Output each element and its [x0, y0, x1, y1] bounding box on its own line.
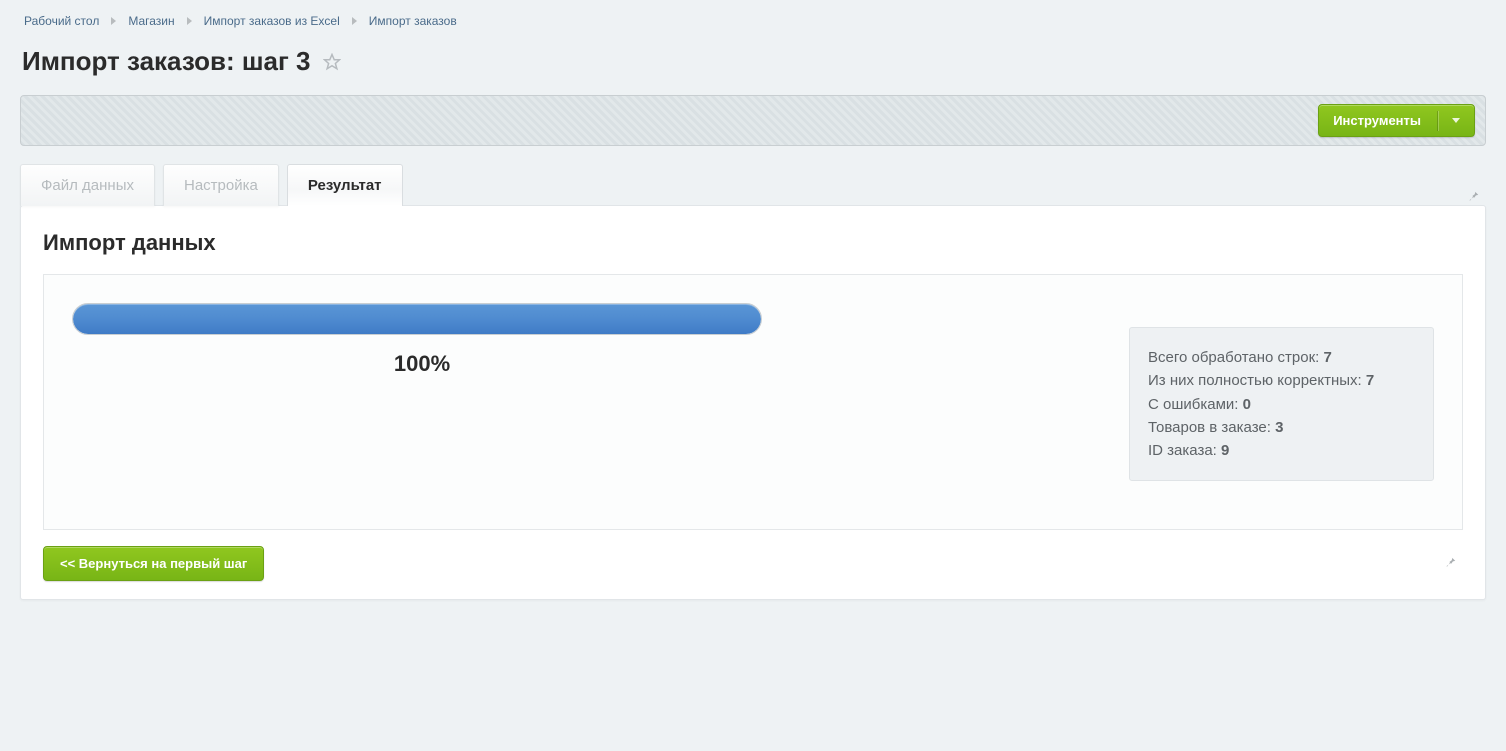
stat-rows-processed: Всего обработано строк: 7	[1148, 346, 1415, 369]
import-stats: Всего обработано строк: 7 Из них полност…	[1129, 327, 1434, 481]
tab-file-data[interactable]: Файл данных	[20, 164, 155, 206]
stat-items-in-order-label: Товаров в заказе:	[1148, 419, 1271, 436]
section-title: Импорт данных	[43, 230, 1463, 256]
stat-fully-correct: Из них полностью корректных: 7	[1148, 369, 1415, 392]
button-divider	[1437, 111, 1438, 131]
stat-with-errors: С ошибками: 0	[1148, 393, 1415, 416]
breadcrumb: Рабочий стол Магазин Импорт заказов из E…	[20, 12, 1486, 46]
pin-icon[interactable]	[1443, 555, 1463, 572]
chevron-right-icon	[111, 17, 116, 25]
breadcrumb-item-desktop[interactable]: Рабочий стол	[24, 14, 99, 28]
pin-icon[interactable]	[1466, 189, 1486, 206]
breadcrumb-item-import-orders[interactable]: Импорт заказов	[369, 14, 457, 28]
result-box: 100% Всего обработано строк: 7 Из них по…	[43, 274, 1463, 530]
chevron-right-icon	[352, 17, 357, 25]
stat-order-id-value: 9	[1221, 442, 1229, 459]
stat-items-in-order: Товаров в заказе: 3	[1148, 416, 1415, 439]
stat-rows-processed-value: 7	[1324, 349, 1332, 366]
stat-with-errors-value: 0	[1243, 396, 1251, 413]
tab-settings[interactable]: Настройка	[163, 164, 279, 206]
breadcrumb-item-shop[interactable]: Магазин	[128, 14, 174, 28]
stat-items-in-order-value: 3	[1275, 419, 1283, 436]
progress-percent: 100%	[72, 351, 772, 377]
stat-fully-correct-value: 7	[1366, 372, 1374, 389]
stat-fully-correct-label: Из них полностью корректных:	[1148, 372, 1362, 389]
back-button-label: << Вернуться на первый шаг	[60, 556, 247, 571]
stat-order-id-label: ID заказа:	[1148, 442, 1217, 459]
progress-bar-track	[72, 303, 762, 335]
page-title: Импорт заказов: шаг 3	[22, 46, 311, 77]
tab-result[interactable]: Результат	[287, 164, 403, 206]
breadcrumb-item-import-excel[interactable]: Импорт заказов из Excel	[204, 14, 340, 28]
toolbar: Инструменты	[20, 95, 1486, 146]
stat-order-id: ID заказа: 9	[1148, 439, 1415, 462]
tools-button[interactable]: Инструменты	[1318, 104, 1475, 137]
stat-with-errors-label: С ошибками:	[1148, 396, 1238, 413]
chevron-right-icon	[187, 17, 192, 25]
result-panel: Импорт данных 100% Всего обработано стро…	[20, 205, 1486, 600]
tools-button-label: Инструменты	[1333, 113, 1421, 128]
tabs: Файл данных Настройка Результат	[20, 164, 403, 206]
stat-rows-processed-label: Всего обработано строк:	[1148, 349, 1319, 366]
chevron-down-icon	[1452, 118, 1460, 123]
favorite-star-icon[interactable]	[323, 53, 341, 71]
back-to-first-step-button[interactable]: << Вернуться на первый шаг	[43, 546, 264, 581]
progress-bar-fill	[73, 304, 761, 334]
